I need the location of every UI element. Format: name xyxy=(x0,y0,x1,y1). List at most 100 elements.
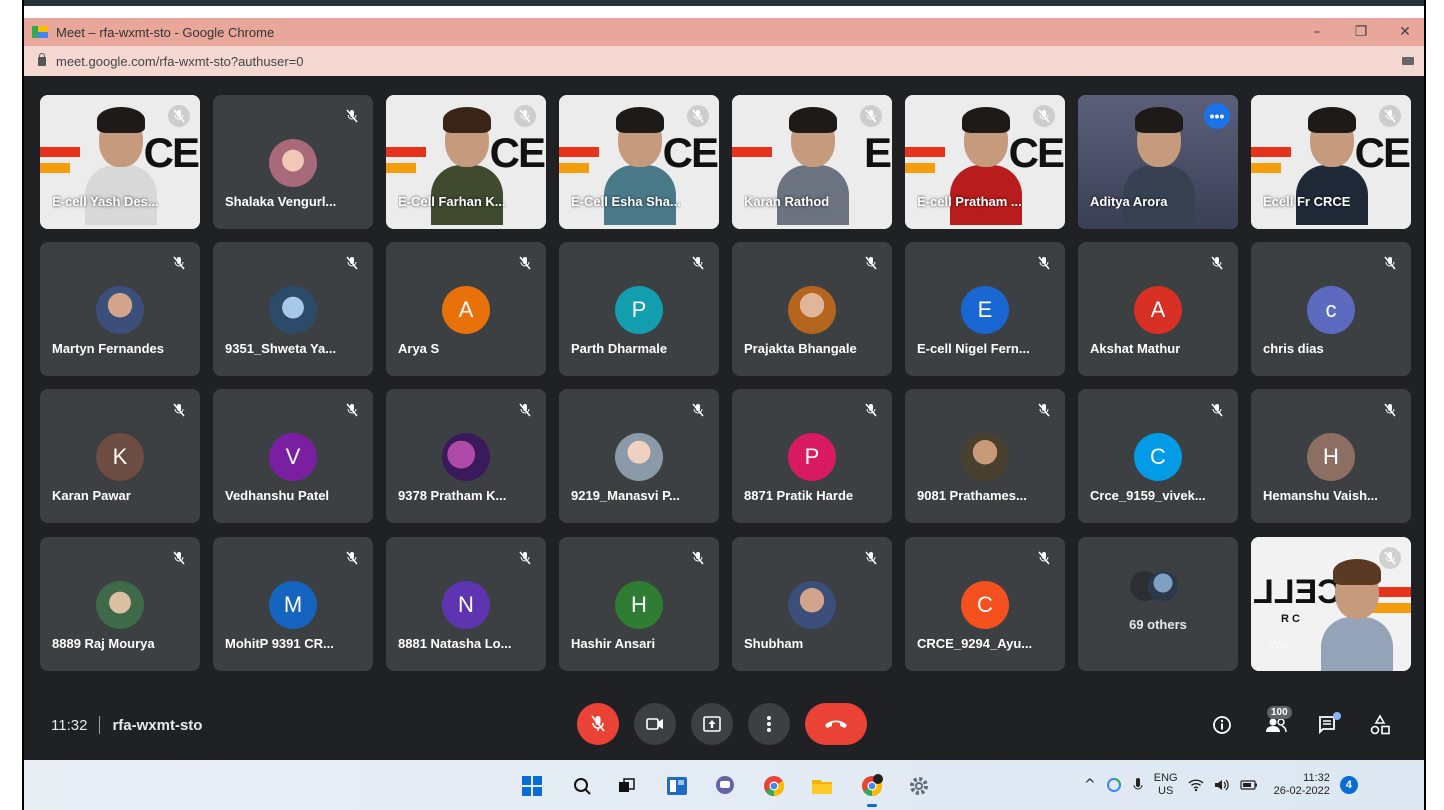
url-text[interactable]: meet.google.com/rfa-wxmt-sto?authuser=0 xyxy=(56,54,303,69)
participant-tile[interactable]: Prajakta Bhangale xyxy=(732,242,892,376)
video-tile[interactable]: E Karan Rathod xyxy=(732,95,892,229)
video-tile[interactable]: CE E-cell Yash Des... xyxy=(40,95,200,229)
microphone-icon[interactable] xyxy=(1132,777,1144,793)
present-icon xyxy=(703,716,721,732)
lock-icon[interactable] xyxy=(38,52,46,66)
participant-tile[interactable]: Martyn Fernandes xyxy=(40,242,200,376)
participant-tile[interactable]: 9378 Pratham K... xyxy=(386,389,546,523)
avatar: A xyxy=(442,286,490,334)
video-tile[interactable]: CE E-Cell Esha Sha... xyxy=(559,95,719,229)
widgets-button[interactable] xyxy=(664,773,690,799)
avatar: C xyxy=(1134,433,1182,481)
volume-icon[interactable] xyxy=(1214,778,1230,792)
system-tray: ^ ENG US 11:32 26-02-2022 4 xyxy=(1084,760,1358,810)
mic-off-icon xyxy=(1379,399,1401,421)
participant-tile[interactable]: 9219_Manasvi P... xyxy=(559,389,719,523)
participant-tile[interactable]: N 8881 Natasha Lo... xyxy=(386,537,546,671)
participant-tile[interactable]: E E-cell Nigel Fern... xyxy=(905,242,1065,376)
file-explorer-button[interactable] xyxy=(809,773,835,799)
participant-tile[interactable]: Shalaka Vengurl... xyxy=(213,95,373,229)
participant-name: Hashir Ansari xyxy=(571,636,656,651)
avatar xyxy=(269,286,317,334)
close-button[interactable]: ✕ xyxy=(1398,24,1412,40)
participant-tile[interactable]: H Hemanshu Vaish... xyxy=(1251,389,1411,523)
participant-tile[interactable]: 8889 Raj Mourya xyxy=(40,537,200,671)
participant-name: Martyn Fernandes xyxy=(52,341,164,356)
participant-tile[interactable]: 9081 Prathames... xyxy=(905,389,1065,523)
notification-badge[interactable]: 4 xyxy=(1339,776,1358,794)
chrome-button[interactable] xyxy=(761,773,787,799)
participant-tile[interactable]: P Parth Dharmale xyxy=(559,242,719,376)
brand-letters: E xyxy=(863,129,892,176)
participant-tile[interactable]: C Crce_9159_vivek... xyxy=(1078,389,1238,523)
mic-off-icon xyxy=(1379,105,1401,127)
participant-tile[interactable]: C CRCE_9294_Ayu... xyxy=(905,537,1065,671)
participant-tile[interactable]: Shubham xyxy=(732,537,892,671)
avatar xyxy=(788,581,836,629)
mic-off-icon xyxy=(514,252,536,274)
battery-icon[interactable] xyxy=(1239,780,1258,790)
avatar: N xyxy=(442,581,490,629)
start-button[interactable] xyxy=(519,773,545,799)
minimize-button[interactable]: – xyxy=(1310,24,1324,40)
chat-button[interactable] xyxy=(1315,712,1341,738)
extension-icon[interactable] xyxy=(1402,57,1414,65)
others-label: 69 others xyxy=(1129,617,1187,632)
mic-off-icon xyxy=(168,547,190,569)
meeting-code: rfa-wxmt-sto xyxy=(112,716,203,734)
participant-tile[interactable]: A Akshat Mathur xyxy=(1078,242,1238,376)
participant-name: E-Cell Esha Sha... xyxy=(571,194,681,209)
participant-tile[interactable]: 9351_Shweta Ya... xyxy=(213,242,373,376)
participant-name: E-cell Nigel Fern... xyxy=(917,341,1030,356)
video-tile[interactable]: CE Ecell Fr CRCE xyxy=(1251,95,1411,229)
task-view-button[interactable] xyxy=(614,773,640,799)
mic-off-icon xyxy=(168,105,190,127)
camera-toggle-button[interactable] xyxy=(634,703,676,745)
wifi-icon[interactable] xyxy=(1188,778,1204,792)
google-drive-sync-icon[interactable] xyxy=(1106,777,1122,793)
restore-button[interactable]: ❐ xyxy=(1354,24,1368,40)
participant-name: E-cell Yash Des... xyxy=(52,194,159,209)
video-tile[interactable]: CE E-cell Pratham ... xyxy=(905,95,1065,229)
more-options-button[interactable] xyxy=(748,703,790,745)
participant-tile[interactable]: P 8871 Pratik Harde xyxy=(732,389,892,523)
end-call-button[interactable] xyxy=(805,703,867,745)
chrome-active-button[interactable] xyxy=(859,773,885,807)
participant-tile[interactable]: M MohitP 9391 CR... xyxy=(213,537,373,671)
participant-name: Ecell Fr CRCE xyxy=(1263,194,1351,209)
chevron-up-icon[interactable]: ^ xyxy=(1084,777,1096,793)
video-tile[interactable]: CE E-Cell Farhan K... xyxy=(386,95,546,229)
participant-tile[interactable]: K Karan Pawar xyxy=(40,389,200,523)
participant-tile[interactable]: V Vedhanshu Patel xyxy=(213,389,373,523)
meeting-info-button[interactable] xyxy=(1209,712,1235,738)
activities-button[interactable] xyxy=(1367,712,1393,738)
participant-tile[interactable]: H Hashir Ansari xyxy=(559,537,719,671)
teams-chat-button[interactable] xyxy=(712,773,738,799)
language-indicator[interactable]: ENG US xyxy=(1154,772,1178,798)
participant-tile[interactable]: c chris dias xyxy=(1251,242,1411,376)
more-options-icon[interactable]: ••• xyxy=(1204,103,1230,129)
participants-button[interactable]: 100 xyxy=(1263,706,1292,738)
people-icon xyxy=(1266,718,1287,733)
clock-time: 11:32 xyxy=(1303,772,1330,784)
clock[interactable]: 11:32 26-02-2022 xyxy=(1274,772,1330,798)
present-button[interactable] xyxy=(691,703,733,745)
address-bar[interactable]: meet.google.com/rfa-wxmt-sto?authuser=0 xyxy=(24,46,1426,76)
meet-grid: CE E-cell Yash Des... Shalaka Vengurl...… xyxy=(24,76,1426,760)
meeting-controls-bar: 11:32 rfa-wxmt-sto 100 xyxy=(24,688,1426,760)
settings-button[interactable] xyxy=(906,773,932,799)
active-speaker-tile[interactable]: ••• Aditya Arora xyxy=(1078,95,1238,229)
participant-name: Prajakta Bhangale xyxy=(744,341,857,356)
participant-tile[interactable]: A Arya S xyxy=(386,242,546,376)
window-title: Meet – rfa-wxmt-sto - Google Chrome xyxy=(56,24,275,40)
mic-toggle-button[interactable] xyxy=(577,703,619,745)
others-tile[interactable]: 69 others xyxy=(1078,537,1238,671)
info-icon xyxy=(1213,716,1231,734)
participant-name: Aditya Arora xyxy=(1090,194,1168,209)
participant-name: 9219_Manasvi P... xyxy=(571,488,680,503)
participant-name: chris dias xyxy=(1263,341,1324,356)
self-view-tile[interactable]: CELL R C You xyxy=(1251,537,1411,671)
avatar: P xyxy=(788,433,836,481)
search-button[interactable] xyxy=(569,773,595,799)
mic-off-icon xyxy=(1206,252,1228,274)
